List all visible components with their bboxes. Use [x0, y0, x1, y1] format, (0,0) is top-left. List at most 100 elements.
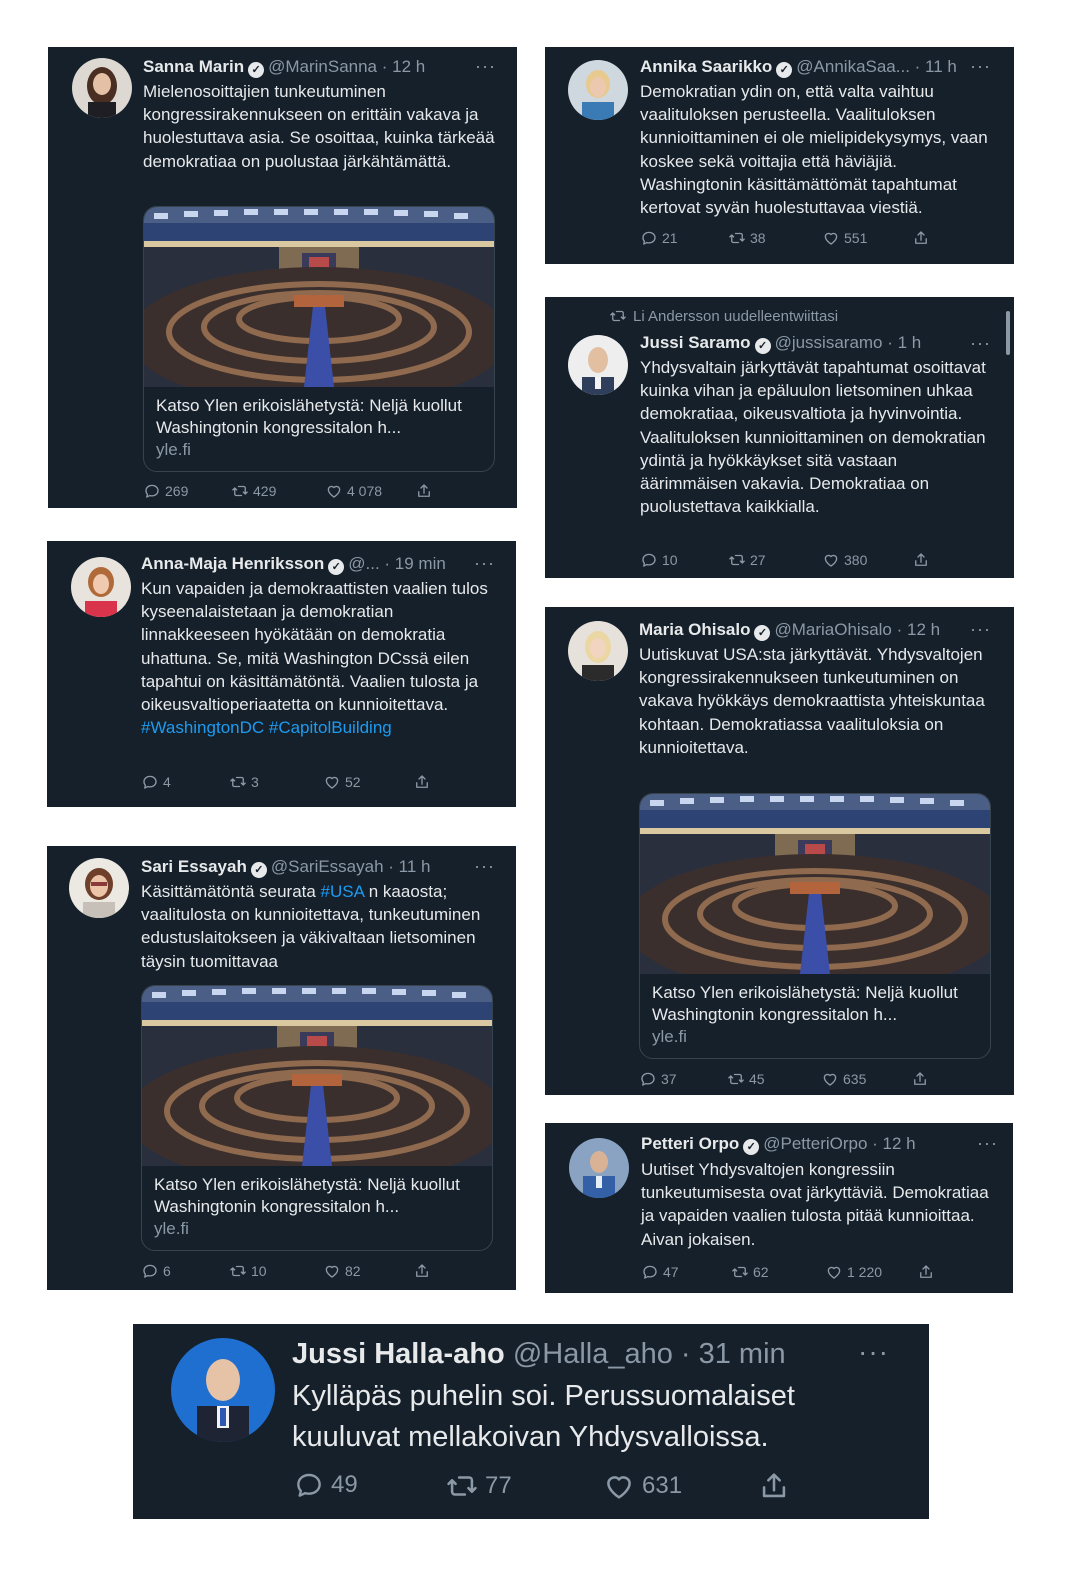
verified-check-icon: ✓ [250, 862, 267, 878]
author-handle[interactable]: @... · 19 min [348, 554, 446, 573]
author-name[interactable]: Annika Saarikko [640, 57, 772, 76]
retweet-button[interactable]: 429 [231, 482, 276, 500]
avatar[interactable] [71, 557, 131, 617]
retweet-button[interactable]: 3 [229, 773, 259, 791]
hashtag-links[interactable]: #WashingtonDC #CapitolBuilding [141, 718, 392, 737]
author-name[interactable]: Sanna Marin [143, 57, 244, 76]
retweet-note-text[interactable]: Li Andersson uudelleentwiittasi [633, 308, 838, 325]
link-card[interactable]: Katso Ylen erikoislähetystä: Neljä kuoll… [639, 793, 991, 1059]
tweet-jussi-halla-aho[interactable]: Jussi Halla-aho @Halla_aho · 31 min ··· … [133, 1324, 929, 1519]
verified-check-icon: ✓ [776, 62, 793, 78]
retweet-count: 10 [251, 1263, 267, 1279]
avatar[interactable] [171, 1338, 275, 1442]
hashtag-usa[interactable]: #USA [321, 882, 364, 901]
like-button[interactable]: 380 [822, 551, 867, 569]
retweet-icon [727, 1070, 745, 1088]
tweet-sanna-marin[interactable]: Sanna Marin ✓ @MarinSanna · 12 h ··· Miele… [48, 47, 517, 508]
scrollbar[interactable] [1006, 311, 1010, 355]
author-name[interactable]: Sari Essayah [141, 857, 247, 876]
like-button[interactable]: 635 [821, 1070, 866, 1088]
share-icon [757, 1469, 791, 1503]
reply-icon [640, 229, 658, 247]
author-name[interactable]: Maria Ohisalo [639, 620, 750, 639]
more-icon[interactable]: ··· [970, 56, 991, 76]
share-button[interactable] [757, 1469, 791, 1503]
more-icon[interactable]: ··· [970, 619, 991, 639]
heart-icon [822, 229, 840, 247]
tweet-text: Yhdysvaltain järkyttävät tapahtumat osoi… [640, 358, 986, 517]
link-card[interactable]: Katso Ylen erikoislähetystä: Neljä kuoll… [141, 985, 493, 1251]
tweet-annika-saarikko[interactable]: Annika Saarikko ✓ @AnnikaSaa... · 11 h ···… [545, 47, 1014, 264]
share-button[interactable] [912, 551, 930, 569]
reply-count: 37 [661, 1071, 677, 1087]
like-button[interactable]: 4 078 [325, 482, 382, 500]
link-card[interactable]: Katso Ylen erikoislähetystä: Neljä kuoll… [143, 206, 495, 472]
author-handle[interactable]: @MariaOhisalo · 12 h [774, 620, 940, 639]
retweet-icon [728, 551, 746, 569]
reply-button[interactable]: 10 [640, 551, 678, 569]
verified-check-icon: ✓ [754, 625, 771, 641]
reply-button[interactable]: 37 [639, 1070, 677, 1088]
more-icon[interactable]: ··· [474, 553, 495, 573]
tweet-text-main: Kun vapaiden ja demokraattisten vaalien … [141, 579, 488, 715]
more-icon[interactable]: ··· [475, 56, 496, 76]
tweet-text: Kylläpäs puhelin soi. Perussuomalaiset k… [292, 1380, 795, 1453]
author-handle[interactable]: @MarinSanna · 12 h [268, 57, 425, 76]
avatar[interactable] [568, 60, 628, 120]
retweet-button[interactable]: 45 [727, 1070, 765, 1088]
avatar[interactable] [69, 858, 129, 918]
reply-button[interactable]: 47 [641, 1263, 679, 1281]
reply-button[interactable]: 4 [141, 773, 171, 791]
author-handle[interactable]: @jussisaramo · 1 h [775, 333, 922, 352]
author-name[interactable]: Jussi Halla-aho [292, 1338, 505, 1370]
retweet-button[interactable]: 27 [728, 551, 766, 569]
reply-button[interactable]: 21 [640, 229, 678, 247]
author-handle[interactable]: @PetteriOrpo · 12 h [763, 1134, 915, 1153]
retweet-button[interactable]: 62 [731, 1263, 769, 1281]
retweet-note: Li Andersson uudelleentwiittasi [609, 307, 838, 325]
tweet-anna-maja-henriksson[interactable]: Anna-Maja Henriksson ✓ @... · 19 min ··· K… [47, 541, 516, 807]
author-name[interactable]: Anna-Maja Henriksson [141, 554, 324, 573]
avatar[interactable] [569, 1138, 629, 1198]
like-button[interactable]: 52 [323, 773, 361, 791]
tweet-text: Uutiset Yhdysvaltojen kongressiin tunkeu… [641, 1160, 989, 1249]
like-button[interactable]: 551 [822, 229, 867, 247]
avatar[interactable] [72, 58, 132, 118]
share-button[interactable] [413, 773, 431, 791]
author-handle[interactable]: @Halla_aho · 31 min [513, 1338, 786, 1370]
like-count: 4 078 [347, 483, 383, 499]
share-button[interactable] [415, 482, 433, 500]
share-button[interactable] [911, 1070, 929, 1088]
like-button[interactable]: 631 [602, 1469, 682, 1503]
like-button[interactable]: 82 [323, 1262, 361, 1280]
reply-button[interactable]: 269 [143, 482, 188, 500]
share-button[interactable] [912, 229, 930, 247]
author-name[interactable]: Jussi Saramo [640, 333, 751, 352]
retweet-button[interactable]: 38 [728, 229, 766, 247]
more-icon[interactable]: ··· [474, 856, 495, 876]
tweet-sari-essayah[interactable]: Sari Essayah ✓ @SariEssayah · 11 h ··· Käs… [47, 846, 516, 1290]
more-icon[interactable]: ··· [977, 1133, 998, 1153]
reply-button[interactable]: 6 [141, 1262, 171, 1280]
avatar[interactable] [568, 621, 628, 681]
share-icon [912, 551, 930, 569]
reply-button[interactable]: 49 [293, 1469, 358, 1501]
reply-count: 10 [662, 552, 678, 568]
tweet-maria-ohisalo[interactable]: Maria Ohisalo ✓ @MariaOhisalo · 12 h ··· U… [545, 607, 1014, 1095]
like-button[interactable]: 1 220 [825, 1263, 882, 1281]
retweet-button[interactable]: 77 [445, 1469, 512, 1503]
retweet-button[interactable]: 10 [229, 1262, 267, 1280]
share-button[interactable] [413, 1262, 431, 1280]
more-icon[interactable]: ··· [858, 1338, 889, 1366]
verified-check-icon: ✓ [754, 338, 771, 354]
retweet-count: 45 [749, 1071, 765, 1087]
author-handle[interactable]: @AnnikaSaa... · 11 h [796, 57, 957, 76]
share-button[interactable] [917, 1263, 935, 1281]
tweet-petteri-orpo[interactable]: Petteri Orpo ✓ @PetteriOrpo · 12 h ··· Uut… [545, 1123, 1013, 1293]
author-name[interactable]: Petteri Orpo [641, 1134, 739, 1153]
share-icon [917, 1263, 935, 1281]
author-handle[interactable]: @SariEssayah · 11 h [271, 857, 431, 876]
tweet-jussi-saramo[interactable]: Li Andersson uudelleentwiittasi Jussi Sa… [545, 297, 1014, 578]
avatar[interactable] [568, 335, 628, 395]
more-icon[interactable]: ··· [970, 333, 991, 353]
